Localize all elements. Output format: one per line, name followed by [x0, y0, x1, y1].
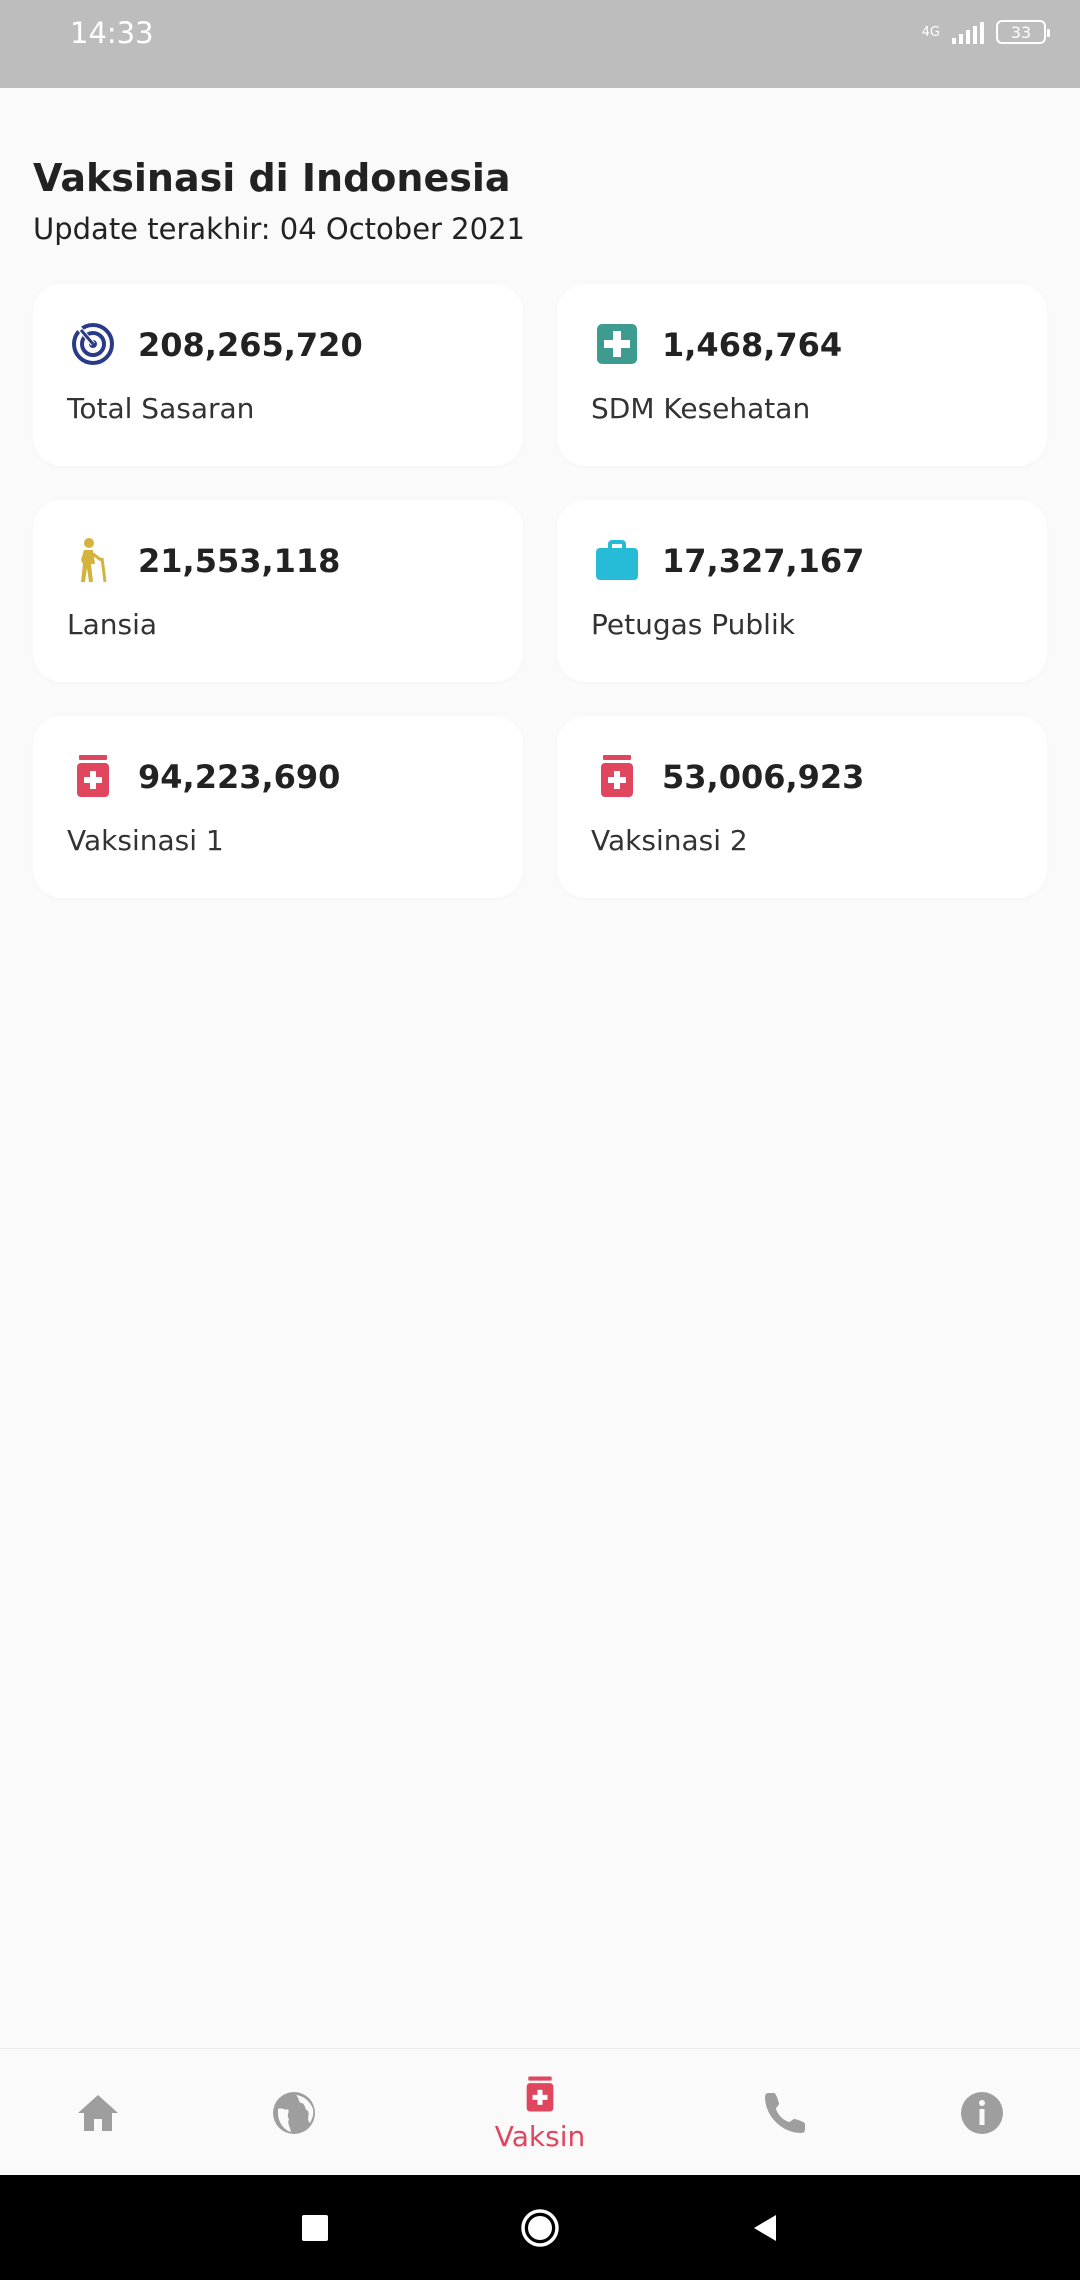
- stat-value: 94,223,690: [138, 758, 341, 796]
- stat-value: 53,006,923: [662, 758, 865, 796]
- nav-vaksin[interactable]: Vaksin: [470, 2049, 610, 2176]
- stat-value: 1,468,764: [662, 326, 843, 364]
- signal-icon: [952, 20, 984, 44]
- stat-label: Vaksinasi 1: [67, 824, 224, 857]
- stat-label: Petugas Publik: [591, 608, 795, 641]
- stat-card-vaksinasi-2: 53,006,923 Vaksinasi 2: [557, 716, 1047, 898]
- stat-label: SDM Kesehatan: [591, 392, 811, 425]
- status-icons: 4G 33: [921, 20, 1050, 44]
- globe-icon: [273, 2091, 315, 2134]
- stat-value: 208,265,720: [138, 326, 363, 364]
- last-update-text: Update terakhir: 04 October 2021: [33, 212, 525, 246]
- stat-card-vaksinasi-1: 94,223,690 Vaksinasi 1: [33, 716, 523, 898]
- nav-phone[interactable]: [745, 2049, 825, 2176]
- stat-card-sdm-kesehatan: 1,468,764 SDM Kesehatan: [557, 284, 1047, 466]
- back-icon: [754, 2214, 776, 2241]
- vaccine-icon: [77, 755, 109, 797]
- stat-label: Lansia: [67, 608, 158, 641]
- vaccine-icon: [601, 755, 633, 797]
- stat-card-lansia: 21,553,118 Lansia: [33, 500, 523, 682]
- home-system-button[interactable]: [515, 2175, 565, 2280]
- page-title: Vaksinasi di Indonesia: [33, 156, 511, 200]
- battery-level: 33: [1010, 22, 1032, 42]
- phone-icon: [765, 2092, 805, 2133]
- status-bar: 14:33 4G 33: [0, 0, 1080, 88]
- status-time: 14:33: [70, 16, 154, 50]
- network-label: 4G: [921, 24, 940, 40]
- briefcase-icon: [596, 540, 638, 580]
- back-button[interactable]: [740, 2175, 790, 2280]
- info-icon: [961, 2091, 1003, 2134]
- stat-card-petugas-publik: 17,327,167 Petugas Publik: [557, 500, 1047, 682]
- home-icon: [78, 2094, 118, 2131]
- stat-label: Total Sasaran: [67, 392, 255, 425]
- nav-info[interactable]: [942, 2049, 1022, 2176]
- nav-vaksin-label: Vaksin: [494, 2120, 586, 2153]
- vaccine-icon: [526, 2076, 554, 2112]
- medical-cross-icon: [597, 324, 637, 364]
- elderly-icon: [81, 538, 107, 583]
- recents-icon: [302, 2214, 328, 2241]
- stat-label: Vaksinasi 2: [591, 824, 748, 857]
- stat-card-total-sasaran: 208,265,720 Total Sasaran: [33, 284, 523, 466]
- stat-value: 17,327,167: [662, 542, 865, 580]
- recents-button[interactable]: [290, 2175, 340, 2280]
- target-icon: [72, 323, 114, 365]
- nav-home[interactable]: [58, 2049, 138, 2176]
- stat-value: 21,553,118: [138, 542, 341, 580]
- bottom-navigation: Vaksin: [0, 2048, 1080, 2175]
- battery-icon: 33: [996, 20, 1050, 44]
- home-circle-icon: [521, 2208, 559, 2247]
- system-navigation-bar: [0, 2175, 1080, 2280]
- nav-world[interactable]: [254, 2049, 334, 2176]
